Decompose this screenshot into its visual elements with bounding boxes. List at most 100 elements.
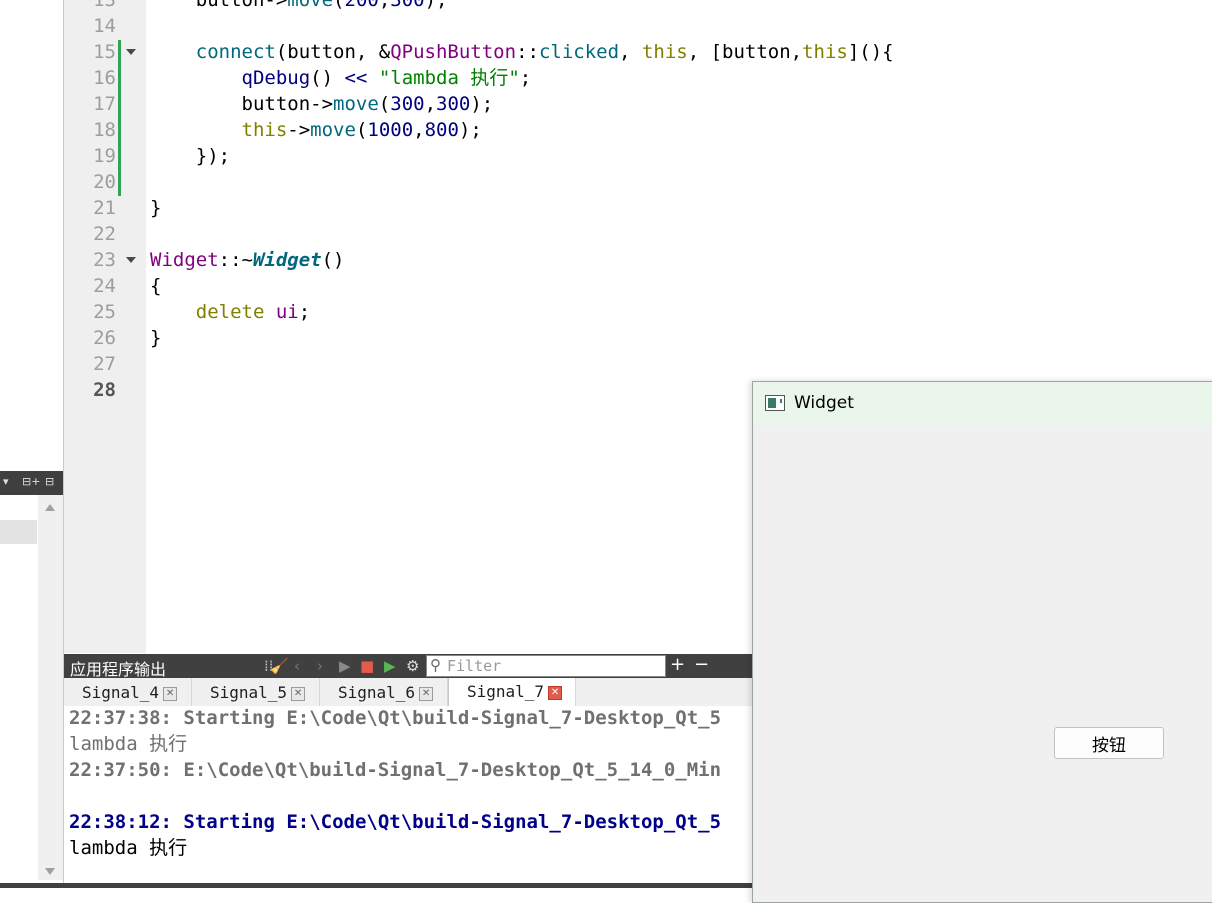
code-token: 200 — [344, 0, 379, 11]
code-token: ); — [424, 0, 448, 11]
code-token: } — [150, 327, 162, 349]
split-add-icon[interactable]: ⊟+ — [22, 475, 40, 488]
widget-window[interactable]: Widget 按钮 — [752, 381, 1212, 903]
code-line: { — [150, 273, 161, 299]
fold-arrow-icon[interactable] — [126, 257, 136, 263]
code-token: , [button, — [687, 41, 803, 63]
line-number: 13 — [93, 0, 116, 11]
code-token: ( — [333, 0, 345, 11]
output-line: lambda 执行 — [69, 733, 188, 755]
output-line: 22:37:50: E:\Code\Qt\build-Signal_7-Desk… — [69, 759, 722, 781]
code-token: clicked — [538, 41, 620, 63]
left-panel-selected-item[interactable] — [0, 520, 37, 544]
code-token: move — [333, 93, 379, 115]
push-button[interactable]: 按钮 — [1054, 727, 1164, 759]
code-line: delete ui; — [150, 299, 310, 325]
stop-icon[interactable]: ■ — [360, 657, 374, 675]
add-pane-button[interactable]: + — [670, 654, 685, 675]
output-text-area[interactable]: 22:37:38: Starting E:\Code\Qt\build-Sign… — [64, 706, 764, 884]
code-token: 300 — [390, 93, 425, 115]
run-icon[interactable]: ▶ — [339, 657, 351, 675]
code-line: Widget::~Widget() — [150, 247, 345, 273]
line-number: 23 — [93, 249, 116, 271]
remove-pane-button[interactable]: − — [694, 654, 709, 675]
code-token: this — [802, 41, 848, 63]
code-token: ui — [275, 301, 299, 323]
code-token: QPushButton — [390, 41, 517, 63]
code-line: } — [150, 325, 161, 351]
code-token: { — [150, 275, 162, 297]
line-number: 28 — [93, 379, 116, 401]
code-token: this — [241, 119, 288, 141]
left-sidebar: ▾ ⊟+ ⊟ — [0, 0, 64, 888]
code-line: button->move(300,300); — [150, 91, 494, 117]
code-token: ); — [470, 93, 494, 115]
left-panel-scrollbar[interactable] — [38, 495, 63, 880]
close-icon[interactable]: ✕ — [163, 686, 178, 701]
line-number: 20 — [93, 171, 116, 193]
code-token: button-> — [150, 93, 334, 115]
code-token: move — [287, 0, 334, 11]
close-icon[interactable]: ✕ — [291, 686, 306, 701]
code-line: this->move(1000,800); — [150, 117, 482, 143]
code-token: ; — [298, 301, 311, 323]
code-line: qDebug() << "lambda 执行"; — [150, 65, 532, 91]
code-token: ; — [519, 67, 532, 89]
code-token: 1000 — [367, 119, 414, 141]
code-token: connect — [195, 41, 276, 63]
change-indicator-bar — [118, 40, 121, 196]
output-pane-title: 应用程序输出 — [70, 660, 167, 679]
clean-icon[interactable]: 🧹 — [270, 657, 289, 675]
code-token: , — [378, 0, 391, 11]
tab-signal-5[interactable]: Signal_5 ✕ — [192, 678, 320, 706]
line-number: 24 — [93, 275, 116, 297]
output-line: 22:38:12: Starting E:\Code\Qt\build-Sign… — [69, 811, 722, 833]
collapse-icon[interactable]: ⊟ — [45, 475, 54, 488]
code-token: :: — [516, 41, 539, 63]
filter-input[interactable]: ⚲ Filter — [426, 655, 666, 677]
scroll-up-icon[interactable] — [45, 504, 55, 511]
prev-icon[interactable]: ‹ — [294, 657, 300, 675]
code-token: , — [619, 41, 642, 63]
code-token: ); — [458, 119, 482, 141]
code-token: delete — [195, 301, 265, 323]
code-token: ::~ — [218, 249, 253, 271]
scroll-down-icon[interactable] — [45, 868, 55, 875]
code-line: button->move(200,300); — [150, 0, 448, 13]
debug-run-icon[interactable]: ▶ — [384, 657, 396, 675]
code-token: ( — [355, 119, 368, 141]
code-token: (button, & — [275, 41, 391, 63]
line-number: 16 — [93, 67, 116, 89]
code-token: -> — [287, 119, 311, 141]
code-token: qDebug — [241, 67, 311, 89]
line-number: 22 — [93, 223, 116, 245]
code-token: () — [321, 249, 345, 271]
tab-signal-7[interactable]: Signal_7 ✕ — [448, 678, 576, 706]
line-number: 27 — [93, 353, 116, 375]
fold-arrow-icon[interactable] — [126, 49, 136, 55]
code-token: , — [413, 119, 425, 141]
close-icon[interactable]: ✕ — [548, 685, 563, 700]
close-icon[interactable]: ✕ — [419, 686, 434, 701]
tab-signal-6[interactable]: Signal_6 ✕ — [320, 678, 448, 706]
code-token: "lambda 执行" — [378, 67, 520, 89]
code-token: 300 — [436, 93, 471, 115]
output-line: 22:37:38: Starting E:\Code\Qt\build-Sign… — [69, 707, 722, 729]
line-number: 14 — [93, 15, 116, 37]
code-token: move — [310, 119, 356, 141]
widget-titlebar[interactable]: Widget — [753, 382, 1212, 426]
code-line: connect(button, &QPushButton::clicked, t… — [150, 39, 894, 65]
code-token: button-> — [150, 0, 288, 11]
code-token: ( — [378, 93, 391, 115]
tab-signal-4[interactable]: Signal_4 ✕ — [64, 678, 192, 706]
code-token: 300 — [390, 0, 425, 11]
next-icon[interactable]: › — [317, 657, 323, 675]
search-icon: ⚲ — [430, 656, 441, 674]
dropdown-arrow-icon[interactable]: ▾ — [3, 475, 9, 488]
settings-gear-icon[interactable]: ⚙ — [406, 657, 419, 675]
code-token: Widget — [252, 249, 322, 271]
